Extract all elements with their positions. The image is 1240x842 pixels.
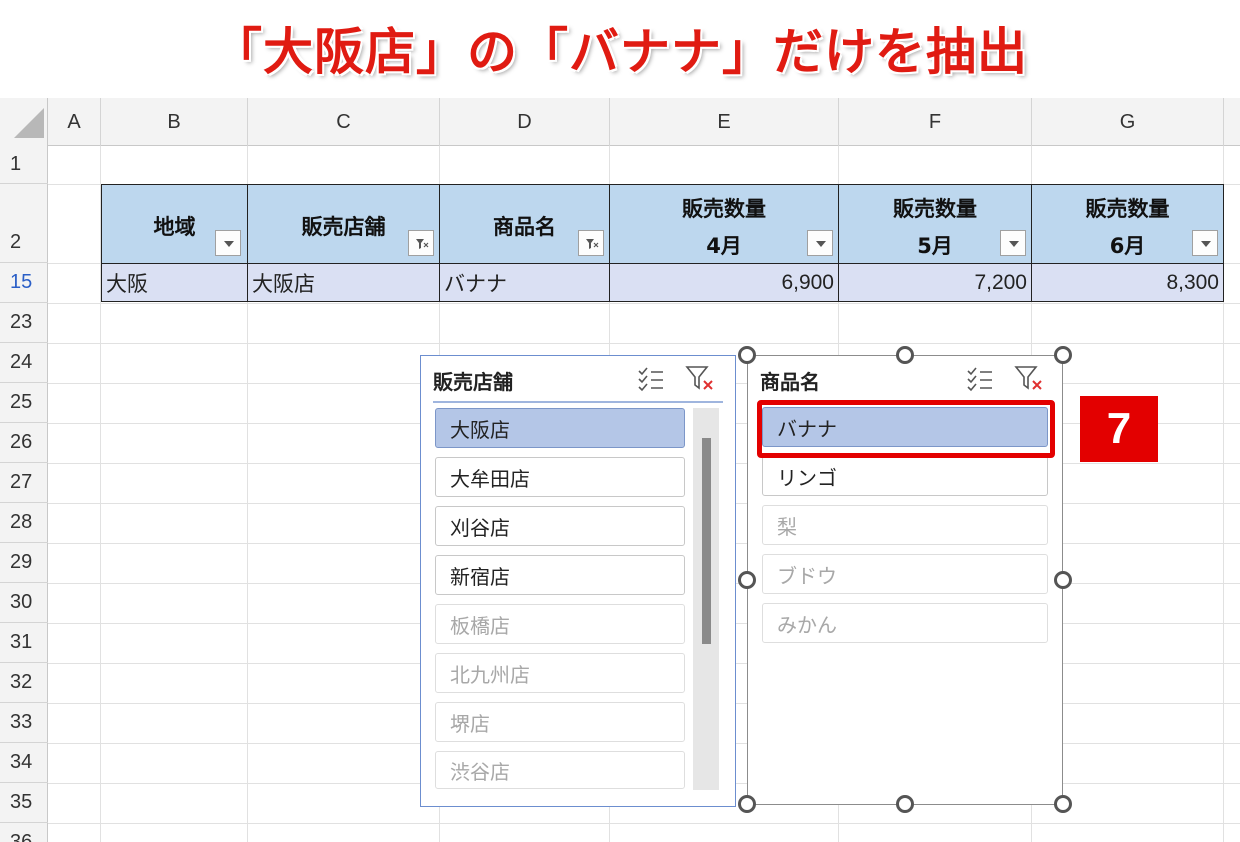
- slicer-title: 販売店舗: [433, 370, 513, 394]
- slicer-scrollbar[interactable]: [693, 408, 719, 790]
- column-header-d[interactable]: D: [440, 98, 610, 146]
- slicer-item[interactable]: みかん: [762, 603, 1048, 643]
- header-label: 販売数量: [682, 197, 766, 221]
- filter-dropdown-button[interactable]: [215, 230, 241, 256]
- slicer-item[interactable]: 新宿店: [435, 555, 685, 595]
- slicer-divider: [433, 401, 723, 403]
- resize-handle[interactable]: [1054, 571, 1072, 589]
- table-header-qty-may: 販売数量 5月: [838, 184, 1032, 264]
- slicer-store[interactable]: 販売店舗 大阪店 大牟田店 刈谷店 新宿店 板橋店 北九州店 堺店 渋谷店: [420, 355, 736, 807]
- table-cell[interactable]: 大阪店: [247, 263, 440, 302]
- table-header-region: 地域: [101, 184, 248, 264]
- slicer-item[interactable]: 北九州店: [435, 653, 685, 693]
- column-header-a[interactable]: A: [48, 98, 101, 146]
- highlight-box: [757, 400, 1055, 458]
- clear-filter-icon[interactable]: [685, 364, 715, 392]
- filter-dropdown-button[interactable]: [408, 230, 434, 256]
- row-header[interactable]: 34: [0, 743, 48, 783]
- table-header-product: 商品名: [439, 184, 610, 264]
- slicer-item[interactable]: 大阪店: [435, 408, 685, 448]
- header-month: 4月: [706, 234, 742, 258]
- resize-handle[interactable]: [738, 795, 756, 813]
- row-header[interactable]: 31: [0, 623, 48, 663]
- table-cell[interactable]: 7,200: [838, 263, 1032, 302]
- slicer-item[interactable]: 梨: [762, 505, 1048, 545]
- slicer-item[interactable]: 渋谷店: [435, 751, 685, 789]
- slicer-item[interactable]: 堺店: [435, 702, 685, 742]
- row-header[interactable]: 32: [0, 663, 48, 703]
- table-header-qty-jun: 販売数量 6月: [1031, 184, 1224, 264]
- row-header[interactable]: 29: [0, 543, 48, 583]
- dropdown-arrow-icon: [1009, 241, 1019, 247]
- slicer-item[interactable]: ブドウ: [762, 554, 1048, 594]
- resize-handle[interactable]: [1054, 346, 1072, 364]
- page-title: 「大阪店」の「バナナ」だけを抽出: [212, 23, 1028, 81]
- row-header[interactable]: 25: [0, 383, 48, 423]
- dropdown-arrow-icon: [224, 241, 234, 247]
- dropdown-arrow-icon: [1201, 241, 1211, 247]
- dropdown-arrow-icon: [816, 241, 826, 247]
- column-header-g[interactable]: G: [1032, 98, 1224, 146]
- table-cell[interactable]: 大阪: [101, 263, 248, 302]
- scrollbar-thumb[interactable]: [702, 438, 711, 644]
- row-header[interactable]: 36: [0, 823, 48, 842]
- header-label: 販売数量: [893, 197, 977, 221]
- grid-line: [0, 823, 1240, 824]
- column-header-f[interactable]: F: [839, 98, 1032, 146]
- resize-handle[interactable]: [896, 346, 914, 364]
- table-cell[interactable]: バナナ: [439, 263, 610, 302]
- filter-applied-icon: [586, 239, 599, 249]
- filter-dropdown-button[interactable]: [1192, 230, 1218, 256]
- filter-dropdown-button[interactable]: [578, 230, 604, 256]
- filter-dropdown-button[interactable]: [1000, 230, 1026, 256]
- column-header-b[interactable]: B: [101, 98, 248, 146]
- table-cell[interactable]: 6,900: [609, 263, 839, 302]
- resize-handle[interactable]: [738, 571, 756, 589]
- multi-select-icon[interactable]: [635, 364, 665, 392]
- grid-line: [0, 303, 1240, 304]
- table-cell[interactable]: 8,300: [1031, 263, 1224, 302]
- row-header[interactable]: 2: [0, 184, 48, 263]
- select-all-icon: [14, 108, 44, 138]
- row-header[interactable]: 35: [0, 783, 48, 823]
- row-header[interactable]: 23: [0, 303, 48, 343]
- resize-handle[interactable]: [1054, 795, 1072, 813]
- slicer-item[interactable]: 大牟田店: [435, 457, 685, 497]
- multi-select-icon[interactable]: [964, 364, 994, 392]
- row-header[interactable]: 27: [0, 463, 48, 503]
- row-header[interactable]: 26: [0, 423, 48, 463]
- select-all-corner[interactable]: [0, 98, 48, 146]
- row-header[interactable]: 24: [0, 343, 48, 383]
- table-header-store: 販売店舗: [247, 184, 440, 264]
- header-label: 販売数量: [1085, 197, 1170, 221]
- row-header[interactable]: 30: [0, 583, 48, 623]
- slicer-item[interactable]: リンゴ: [762, 456, 1048, 496]
- resize-handle[interactable]: [738, 346, 756, 364]
- clear-filter-icon[interactable]: [1014, 364, 1044, 392]
- resize-handle[interactable]: [896, 795, 914, 813]
- slicer-item[interactable]: 刈谷店: [435, 506, 685, 546]
- row-header[interactable]: 1: [0, 146, 48, 184]
- grid-line: [0, 343, 1240, 344]
- filter-dropdown-button[interactable]: [807, 230, 833, 256]
- row-header[interactable]: 15: [0, 263, 48, 303]
- filter-applied-icon: [416, 239, 429, 249]
- spreadsheet: A B C D E F G 1 2 15 23 24 25 26 27 28 2…: [0, 98, 1240, 842]
- slicer-title: 商品名: [760, 370, 820, 394]
- row-header[interactable]: 28: [0, 503, 48, 543]
- column-header-e[interactable]: E: [610, 98, 839, 146]
- slicer-item[interactable]: 板橋店: [435, 604, 685, 644]
- column-header-c[interactable]: C: [248, 98, 440, 146]
- table-header-qty-apr: 販売数量 4月: [609, 184, 839, 264]
- row-header[interactable]: 33: [0, 703, 48, 743]
- step-badge: 7: [1080, 396, 1158, 462]
